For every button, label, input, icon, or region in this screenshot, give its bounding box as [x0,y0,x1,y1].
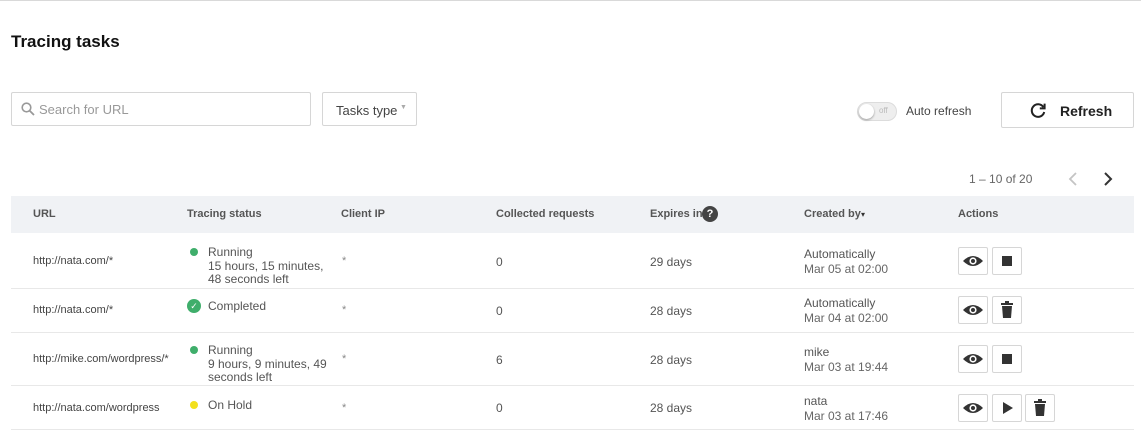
view-button[interactable] [958,247,988,275]
stop-icon [1002,354,1012,364]
column-header-status[interactable]: Tracing status [187,208,262,220]
delete-button[interactable] [1025,394,1055,422]
stop-button[interactable] [992,247,1022,275]
row-expires: 28 days [650,353,693,367]
creator-name: mike [804,345,830,359]
delete-button[interactable] [992,296,1022,324]
play-icon [1003,402,1013,414]
view-button[interactable] [958,296,988,324]
chevron-down-icon: ▼ [400,104,407,111]
status-detail: 15 hours, 15 minutes, 48 seconds left [208,259,324,286]
eye-icon [963,403,983,413]
running-status-dot [190,346,198,354]
eye-icon [963,305,983,315]
status-label: Running [208,343,253,357]
creator-name: Automatically [804,296,876,310]
resume-button[interactable] [992,394,1022,422]
stop-button[interactable] [992,345,1022,373]
row-created-by: Automatically Mar 05 at 02:00 [804,247,888,276]
toggle-state-label: off [879,106,888,115]
creator-name: nata [804,394,828,408]
created-date: Mar 05 at 02:00 [804,262,889,276]
table-row: http://nata.com/* Running 15 hours, 15 m… [11,234,1134,289]
table-row: http://mike.com/wordpress/* Running 9 ho… [11,333,1134,386]
row-url: http://nata.com/* [33,304,114,316]
eye-icon [963,256,983,266]
row-requests: 6 [496,353,503,367]
row-created-by: mike Mar 03 at 19:44 [804,345,888,374]
chevron-left-icon[interactable] [1066,171,1080,187]
created-date: Mar 03 at 17:46 [804,409,889,423]
view-button[interactable] [958,394,988,422]
creator-name: Automatically [804,247,876,261]
search-icon [21,102,35,121]
column-header-created-by[interactable]: Created by [804,208,861,220]
row-created-by: nata Mar 03 at 17:46 [804,394,888,423]
search-field[interactable] [11,92,311,126]
row-requests: 0 [496,255,503,269]
row-expires: 29 days [650,255,693,269]
created-date: Mar 03 at 19:44 [804,360,889,374]
check-circle-icon: ✓ [187,299,201,313]
table-row: http://nata.com/* ✓ Completed * 0 28 day… [11,289,1134,333]
row-client-ip: * [342,353,347,365]
row-client-ip: * [342,402,347,414]
column-header-client-ip[interactable]: Client IP [341,208,385,220]
pagination-range: 1 – 10 of 20 [969,172,1033,186]
table-row: http://nata.com/wordpress On Hold * 0 28… [11,386,1134,430]
refresh-button-label: Refresh [1060,103,1113,119]
running-status-dot [190,248,198,256]
row-url: http://mike.com/wordpress/* [33,353,169,365]
chevron-right-icon[interactable] [1101,171,1115,187]
status-detail: 9 hours, 9 minutes, 49 seconds left [208,357,327,384]
created-date: Mar 04 at 02:00 [804,311,889,325]
row-client-ip: * [342,304,347,316]
eye-icon [963,354,983,364]
status-label: Running [208,245,253,259]
trash-icon [1001,301,1013,318]
view-button[interactable] [958,345,988,373]
column-header-requests[interactable]: Collected requests [496,208,594,220]
status-label: On Hold [208,398,253,412]
search-input[interactable] [39,94,299,124]
row-expires: 28 days [650,304,693,318]
stop-icon [1002,256,1012,266]
row-url: http://nata.com/wordpress [33,402,160,414]
tasks-type-label: Tasks type [336,103,398,118]
auto-refresh-label: Auto refresh [906,104,972,118]
trash-icon [1034,399,1046,416]
tasks-type-dropdown[interactable]: Tasks type ▼ [322,92,417,126]
row-url: http://nata.com/* [33,255,114,267]
row-client-ip: * [342,255,347,267]
help-icon[interactable]: ? [702,206,718,222]
on-hold-status-dot [190,401,198,409]
column-header-url[interactable]: URL [33,208,56,220]
status-label: Completed [208,299,267,313]
row-requests: 0 [496,304,503,318]
sort-desc-icon[interactable]: ▾ [861,210,865,219]
auto-refresh-toggle[interactable]: off [857,102,897,121]
refresh-button[interactable]: Refresh [1001,92,1134,128]
column-header-expires[interactable]: Expires in [650,208,703,220]
column-header-actions: Actions [958,208,999,220]
row-created-by: Automatically Mar 04 at 02:00 [804,296,888,325]
page-title: Tracing tasks [11,32,120,51]
refresh-icon [1029,102,1047,125]
table-header: URL Tracing status Client IP Collected r… [11,196,1134,233]
toggle-knob [859,104,874,119]
row-requests: 0 [496,401,503,415]
row-expires: 28 days [650,401,693,415]
